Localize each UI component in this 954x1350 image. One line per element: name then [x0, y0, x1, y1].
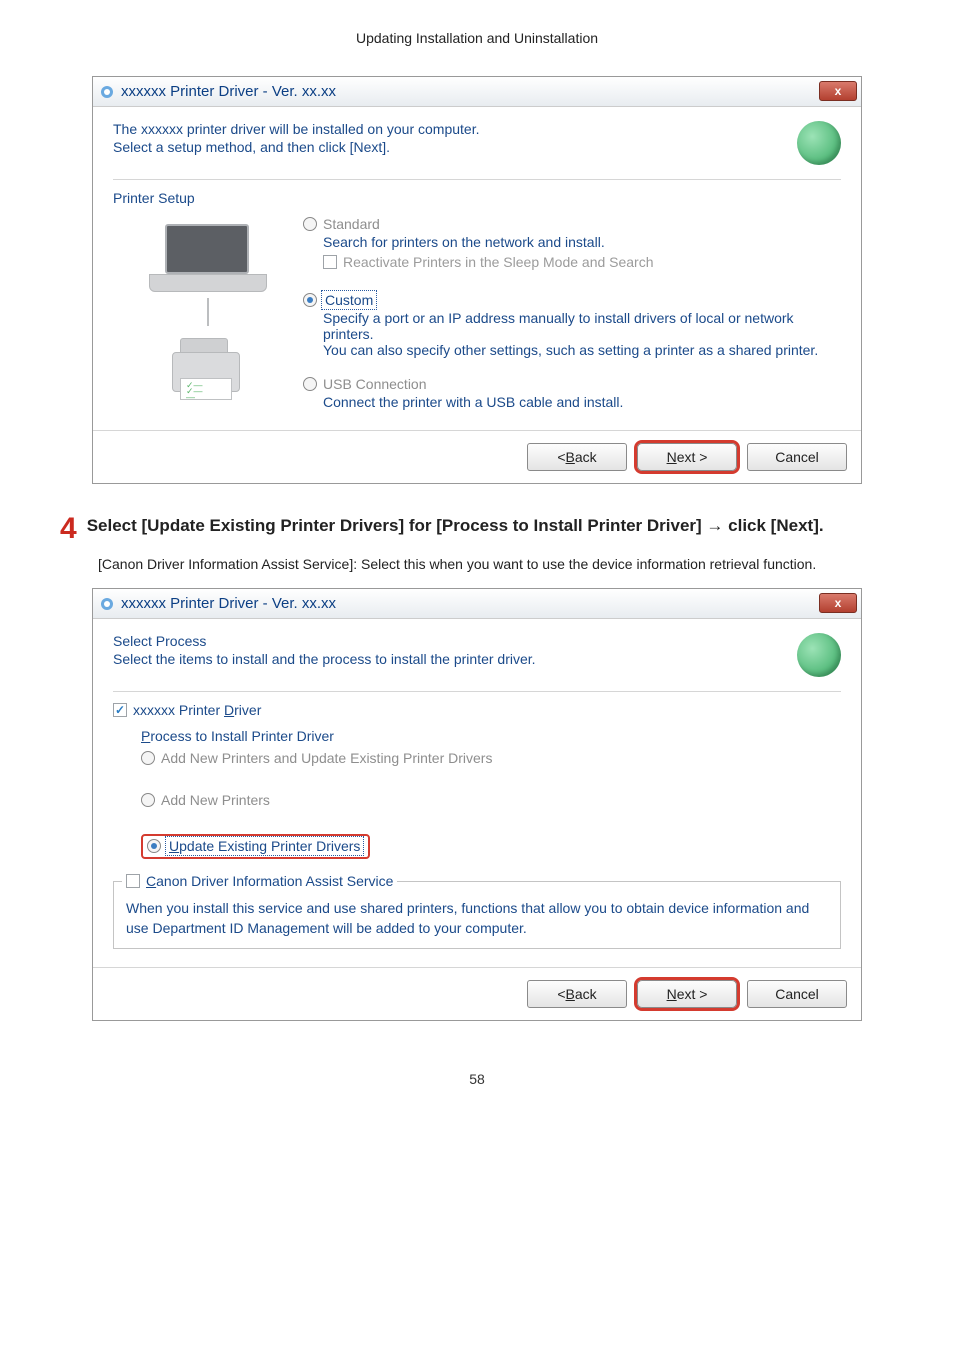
app-icon — [99, 84, 115, 100]
checkbox-label: xxxxxx Printer Driver — [133, 702, 261, 718]
checkbox-label: Reactivate Printers in the Sleep Mode an… — [343, 254, 654, 270]
window-title: xxxxxx Printer Driver - Ver. xx.xx — [121, 83, 336, 100]
checkbox-icon — [323, 255, 337, 269]
checkbox-printer-driver[interactable]: xxxxxx Printer Driver — [113, 702, 841, 718]
radio-label: Standard — [323, 216, 380, 232]
page-number: 58 — [60, 1071, 894, 1087]
radio-icon — [303, 377, 317, 391]
radio-update-existing[interactable]: Update Existing Printer Drivers — [141, 834, 370, 859]
desc-standard: Search for printers on the network and i… — [323, 234, 841, 250]
back-button[interactable]: < Back — [527, 980, 627, 1008]
desc-custom: Specify a port or an IP address manually… — [323, 310, 841, 358]
next-button[interactable]: Next > — [637, 980, 737, 1008]
radio-label: USB Connection — [323, 376, 427, 392]
service-label: Canon Driver Information Assist Service — [146, 873, 393, 889]
page-breadcrumb: Updating Installation and Uninstallation — [60, 30, 894, 46]
service-legend[interactable]: Canon Driver Information Assist Service — [122, 873, 397, 889]
heading-line-1: Select Process — [113, 633, 797, 649]
step-note: [Canon Driver Information Assist Service… — [98, 554, 894, 574]
installer-art: ✓—✓—— — [113, 216, 303, 414]
checkbox-icon — [126, 874, 140, 888]
app-icon — [99, 596, 115, 612]
service-fieldset: Canon Driver Information Assist Service … — [113, 873, 841, 949]
close-icon: x — [835, 84, 842, 98]
radio-icon — [141, 793, 155, 807]
radio-label: Custom — [323, 292, 375, 308]
globe-icon — [797, 121, 841, 165]
radio-label: Add New Printers — [161, 792, 270, 808]
window-title: xxxxxx Printer Driver - Ver. xx.xx — [121, 595, 336, 612]
checkbox-icon — [113, 703, 127, 717]
titlebar: xxxxxx Printer Driver - Ver. xx.xx x — [93, 77, 861, 107]
radio-icon — [303, 217, 317, 231]
globe-icon — [797, 633, 841, 677]
radio-label: Update Existing Printer Drivers — [167, 838, 362, 854]
cancel-button[interactable]: Cancel — [747, 980, 847, 1008]
titlebar: xxxxxx Printer Driver - Ver. xx.xx x — [93, 589, 861, 619]
close-button[interactable]: x — [819, 81, 857, 101]
setup-dialog-2: xxxxxx Printer Driver - Ver. xx.xx x Sel… — [92, 588, 862, 1021]
service-description: When you install this service and use sh… — [122, 895, 832, 938]
desc-usb: Connect the printer with a USB cable and… — [323, 394, 841, 410]
radio-standard[interactable]: Standard — [303, 216, 841, 232]
radio-add-update[interactable]: Add New Printers and Update Existing Pri… — [141, 750, 841, 766]
process-label: Process to Install Printer Driver — [141, 728, 841, 744]
radio-icon — [141, 751, 155, 765]
setup-dialog-1: xxxxxx Printer Driver - Ver. xx.xx x The… — [92, 76, 862, 484]
radio-custom[interactable]: Custom — [303, 292, 841, 308]
next-button[interactable]: Next > — [637, 443, 737, 471]
close-button[interactable]: x — [819, 593, 857, 613]
back-button[interactable]: < Back — [527, 443, 627, 471]
radio-label: Add New Printers and Update Existing Pri… — [161, 750, 492, 766]
step-text: Select [Update Existing Printer Drivers]… — [87, 514, 824, 544]
checkbox-reactivate[interactable]: Reactivate Printers in the Sleep Mode an… — [323, 254, 841, 270]
heading-line-2: Select the items to install and the proc… — [113, 651, 797, 667]
radio-usb[interactable]: USB Connection — [303, 376, 841, 392]
heading-line-1: The xxxxxx printer driver will be instal… — [113, 121, 797, 137]
close-icon: x — [835, 596, 842, 610]
step-number: 4 — [60, 514, 77, 544]
radio-icon — [303, 293, 317, 307]
radio-icon — [147, 839, 161, 853]
cancel-button[interactable]: Cancel — [747, 443, 847, 471]
radio-add-new[interactable]: Add New Printers — [141, 792, 841, 808]
section-title: Printer Setup — [113, 190, 841, 206]
heading-line-2: Select a setup method, and then click [N… — [113, 139, 797, 155]
